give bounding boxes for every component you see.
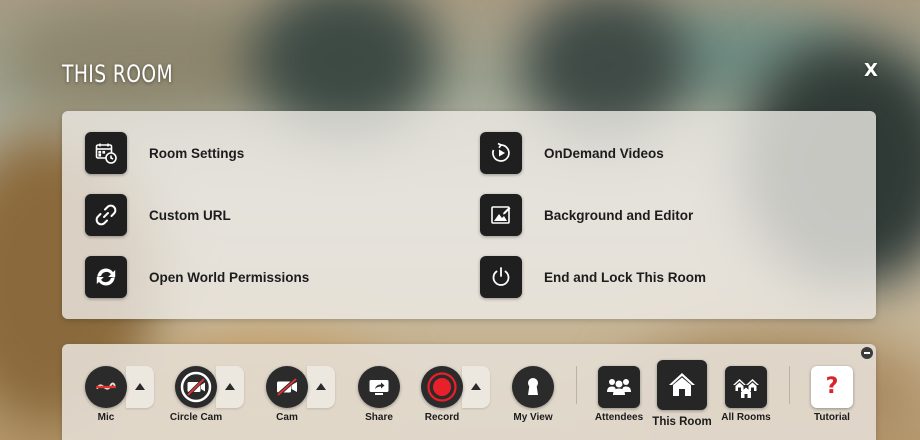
menu-item-label: Custom URL [149, 207, 231, 223]
close-button[interactable]: X [858, 58, 884, 84]
menu-item-ondemand-videos[interactable]: OnDemand Videos [480, 132, 664, 174]
cam-button[interactable] [266, 366, 308, 408]
caret-up-icon [225, 383, 235, 390]
share-button[interactable] [358, 366, 400, 408]
camera-off-icon [276, 377, 298, 397]
circle-cam-button[interactable] [175, 366, 217, 408]
caret-up-icon [135, 383, 145, 390]
my-view-button[interactable] [512, 366, 554, 408]
record-options-button[interactable] [462, 366, 490, 408]
menu-item-room-settings[interactable]: Room Settings [85, 132, 244, 174]
circle-cam-off-icon [180, 371, 212, 403]
my-view-label: My View [513, 412, 553, 423]
menu-item-open-world-permissions[interactable]: Open World Permissions [85, 256, 309, 298]
record-button[interactable] [421, 366, 463, 408]
home-icon [669, 373, 695, 396]
menu-item-label: OnDemand Videos [544, 145, 664, 161]
room-menu-panel: Room Settings Custom URL Open World Perm… [62, 111, 876, 319]
link-icon [85, 194, 127, 236]
mic-label: Mic [97, 412, 115, 423]
cam-label: Cam [276, 412, 298, 423]
caret-up-icon [316, 383, 326, 390]
all-rooms-icon [733, 379, 759, 398]
image-edit-icon [480, 194, 522, 236]
attendees-button[interactable] [598, 366, 640, 408]
caret-up-icon [471, 383, 481, 390]
record-icon [427, 372, 457, 402]
circle-cam-options-button[interactable] [216, 366, 244, 408]
page-title: THIS ROOM [62, 60, 174, 88]
menu-item-end-lock-room[interactable]: End and Lock This Room [480, 256, 706, 298]
record-label: Record [424, 412, 460, 423]
cam-options-button[interactable] [307, 366, 335, 408]
mic-muted-icon [96, 382, 116, 390]
menu-item-custom-url[interactable]: Custom URL [85, 194, 231, 236]
menu-item-background-editor[interactable]: Background and Editor [480, 194, 693, 236]
menu-item-label: Room Settings [149, 145, 245, 161]
sync-icon [85, 256, 127, 298]
all-rooms-label: All Rooms [721, 412, 771, 423]
mic-options-button[interactable] [126, 366, 154, 408]
attendees-icon [607, 379, 631, 395]
bottom-toolbar: Mic Circle Cam Cam Share Record My View … [62, 344, 876, 440]
share-screen-icon [369, 380, 389, 395]
tutorial-label: Tutorial [814, 412, 850, 423]
share-label: Share [365, 412, 393, 423]
all-rooms-button[interactable] [725, 366, 767, 408]
mic-button[interactable] [85, 366, 127, 408]
tutorial-button[interactable]: ? [811, 366, 853, 408]
collapse-toolbar-button[interactable] [861, 347, 873, 359]
this-room-label: This Room [652, 416, 712, 428]
keyhole-icon [528, 378, 538, 395]
calendar-clock-icon [85, 132, 127, 174]
toolbar-divider [789, 366, 790, 404]
power-icon [480, 256, 522, 298]
circle-cam-label: Circle Cam [169, 412, 223, 423]
question-mark-icon: ? [825, 374, 839, 399]
menu-item-label: Background and Editor [544, 207, 694, 223]
replay-play-icon [480, 132, 522, 174]
attendees-label: Attendees [594, 412, 644, 423]
toolbar-divider [576, 366, 577, 404]
menu-item-label: Open World Permissions [149, 269, 310, 285]
menu-item-label: End and Lock This Room [544, 269, 707, 285]
this-room-button[interactable] [657, 360, 707, 410]
